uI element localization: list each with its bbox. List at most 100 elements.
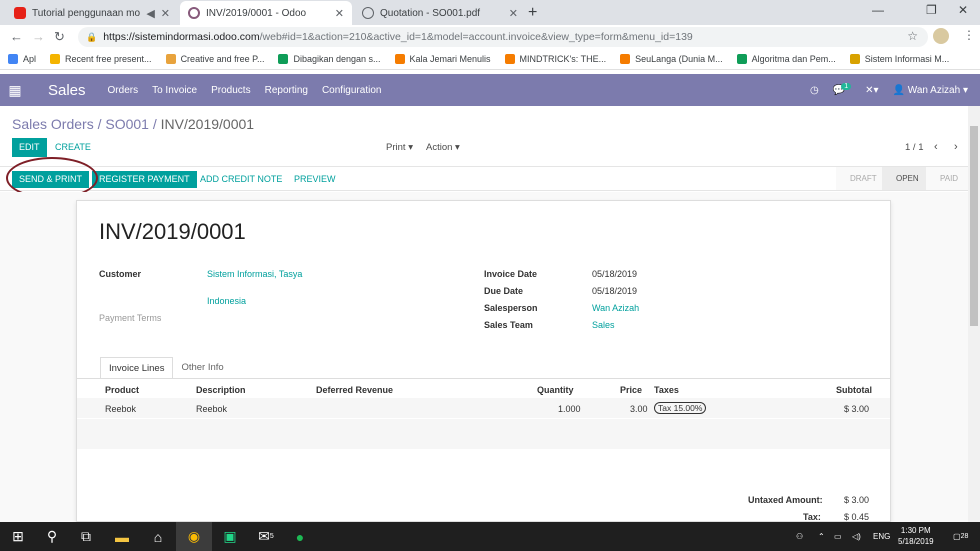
table-row-empty (77, 419, 890, 449)
breadcrumb-so001[interactable]: SO001 (105, 116, 149, 132)
bookmark-item[interactable]: Dibagikan dengan s... (278, 54, 381, 64)
minimize-icon[interactable]: — (872, 3, 884, 17)
bookmark-item[interactable]: Kala Jemari Menulis (394, 54, 491, 64)
bookmark-item[interactable]: Algoritma dan Pem... (736, 54, 836, 64)
store-icon[interactable]: ⌂ (140, 522, 176, 551)
register-payment-button[interactable]: REGISTER PAYMENT (92, 171, 197, 188)
clock-date: 5/18/2019 (898, 537, 934, 546)
action-dropdown[interactable]: Action ▾ (426, 138, 460, 157)
messages-icon[interactable]: 💬1 (833, 82, 852, 96)
edit-button[interactable]: EDIT (12, 138, 47, 157)
clock-time: 1:30 PM (900, 526, 931, 535)
line-quantity: 1.000 (558, 404, 581, 414)
user-menu[interactable]: 👤 Wan Azizah ▾ (893, 85, 968, 96)
add-credit-note-button[interactable]: ADD CREDIT NOTE (193, 171, 289, 188)
mute-icon[interactable]: ◀ (146, 7, 154, 20)
sales-team-label: Sales Team (484, 320, 533, 330)
bookmark-item[interactable]: Recent free present... (50, 54, 152, 64)
menu-to-invoice[interactable]: To Invoice (152, 85, 197, 96)
tax-value: $ 0.45 (844, 512, 870, 522)
browser-tab-odoo[interactable]: INV/2019/0001 - Odoo ✕ (180, 1, 352, 25)
mail-icon[interactable]: ✉ 5 (248, 522, 284, 551)
breadcrumb-sales-orders[interactable]: Sales Orders (12, 116, 94, 132)
customer-country[interactable]: Indonesia (207, 296, 246, 306)
bookmark-item[interactable]: SeuLanga (Dunia M... (620, 54, 723, 64)
debug-tools-icon[interactable]: ✕▾ (865, 85, 878, 96)
language-indicator[interactable]: ENG (873, 522, 890, 551)
pager-value[interactable]: 1 / 1 (905, 138, 924, 157)
spotify-icon[interactable]: ● (282, 522, 318, 551)
url-host: https://sistemindormasi.odoo.com (103, 31, 260, 43)
activity-clock-icon[interactable]: ◷ (810, 85, 819, 96)
bookmark-item[interactable]: Apl (8, 54, 36, 64)
browser-tab-pdf[interactable]: Quotation - SO001.pdf ✕ (354, 1, 526, 25)
search-icon[interactable]: ⚲ (34, 522, 70, 551)
user-avatar-icon: 👤 (892, 84, 905, 96)
extension-icon[interactable] (933, 28, 949, 44)
pager-previous-icon[interactable]: ‹ (934, 138, 938, 157)
chrome-menu-icon[interactable]: ⋮ (963, 28, 975, 42)
blogger-icon (620, 54, 631, 64)
close-icon[interactable]: ✕ (161, 7, 170, 20)
invoice-date-label: Invoice Date (484, 269, 538, 279)
notebook-tabs: Invoice Lines Other Info (100, 357, 232, 379)
bookmark-label: SeuLanga (Dunia M... (635, 54, 723, 64)
preview-button[interactable]: PREVIEW (287, 171, 343, 188)
file-explorer-icon[interactable]: ▬ (104, 522, 140, 551)
windows-taskbar: ⊞ ⚲ ⧉ ▬ ⌂ ◉ ▣ ✉ 5 ● ⚇ ⌃ ▭ ◁) ENG 1:30 PM … (0, 522, 980, 551)
tray-chevron-icon[interactable]: ⌃ (818, 522, 825, 551)
task-view-icon[interactable]: ⧉ (68, 522, 104, 551)
control-panel: EDIT CREATE Print ▾ Action ▾ 1 / 1 ‹ › (12, 138, 972, 158)
lock-icon: 🔒 (86, 31, 98, 42)
pycharm-icon[interactable]: ▣ (212, 522, 248, 551)
browser-tab-youtube[interactable]: Tutorial penggunaan modul ◀ ✕ (6, 1, 178, 25)
menu-orders[interactable]: Orders (108, 85, 139, 96)
create-button[interactable]: CREATE (55, 138, 91, 157)
tab-other-info[interactable]: Other Info (173, 357, 231, 379)
tab-invoice-lines[interactable]: Invoice Lines (100, 357, 174, 379)
sales-team-link[interactable]: Sales (592, 320, 615, 330)
action-label: Action (426, 142, 453, 153)
chrome-icon[interactable]: ◉ (176, 522, 212, 551)
notification-icon[interactable]: ▢ 28 (953, 522, 968, 551)
forward-icon[interactable]: → (32, 29, 45, 44)
customer-link[interactable]: Sistem Informasi, Tasya (207, 269, 302, 279)
volume-icon[interactable]: ◁) (852, 522, 861, 551)
line-price: 3.00 (630, 404, 648, 414)
bookmark-item[interactable]: Creative and free P... (165, 54, 264, 64)
close-window-icon[interactable]: ✕ (958, 3, 968, 17)
salesperson-link[interactable]: Wan Azizah (592, 303, 639, 313)
clock[interactable]: 1:30 PM 5/18/2019 (898, 525, 934, 547)
bookmark-item[interactable]: Sistem Informasi M... (849, 54, 949, 64)
menu-reporting[interactable]: Reporting (265, 85, 308, 96)
menu-products[interactable]: Products (211, 85, 250, 96)
line-product: Reebok (105, 404, 137, 414)
app-name[interactable]: Sales (48, 82, 86, 99)
print-dropdown[interactable]: Print ▾ (386, 138, 413, 157)
blogger-icon (504, 54, 515, 64)
people-icon[interactable]: ⚇ (796, 522, 803, 551)
windows-start-icon[interactable]: ⊞ (0, 522, 36, 551)
pager-next-icon[interactable]: › (954, 138, 958, 157)
new-tab-button[interactable]: + (528, 4, 537, 22)
browser-tab-strip: Tutorial penggunaan modul ◀ ✕ INV/2019/0… (0, 0, 980, 25)
mail-count: 5 (269, 533, 274, 540)
bookmark-item[interactable]: MINDTRICK's: THE... (504, 54, 606, 64)
back-icon[interactable]: ← (10, 29, 23, 44)
apps-menu-icon[interactable]: ▦ (0, 82, 30, 99)
breadcrumb-separator: / (97, 116, 102, 132)
caret-down-icon: ▾ (408, 142, 413, 153)
reload-icon[interactable]: ↻ (54, 29, 65, 45)
apps-grid-icon (8, 54, 18, 64)
restore-icon[interactable]: ❐ (926, 3, 937, 17)
network-icon[interactable]: ▭ (834, 522, 842, 551)
caret-down-icon: ▾ (455, 142, 460, 153)
url-path: /web#id=1&action=210&active_id=1&model=a… (259, 31, 693, 43)
close-icon[interactable]: ✕ (509, 7, 518, 20)
page-scrollbar-thumb[interactable] (970, 126, 978, 326)
close-icon[interactable]: ✕ (335, 7, 344, 20)
bookmark-star-icon[interactable]: ☆ (907, 29, 918, 43)
browser-toolbar: ← → ↻ 🔒 https://sistemindormasi.odoo.com… (0, 25, 980, 49)
menu-configuration[interactable]: Configuration (322, 85, 381, 96)
address-bar[interactable]: 🔒 https://sistemindormasi.odoo.com/web#i… (78, 27, 928, 47)
